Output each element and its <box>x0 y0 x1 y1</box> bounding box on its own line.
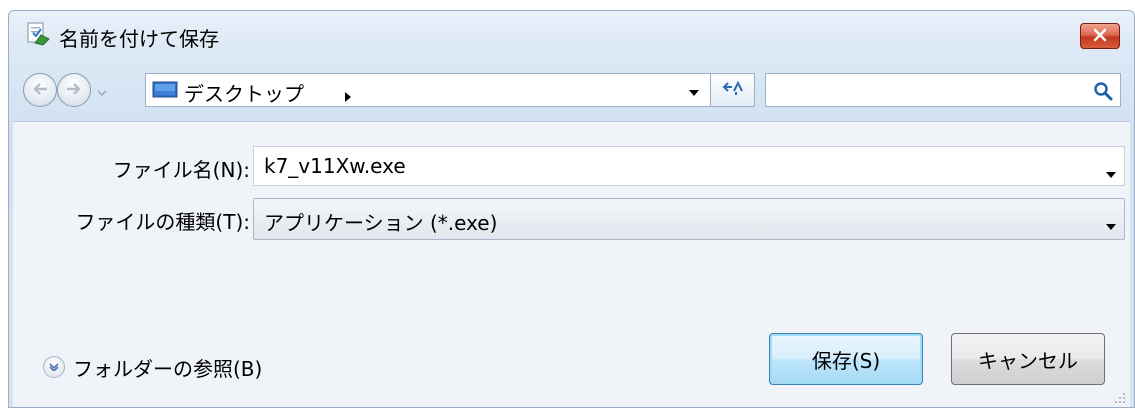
cancel-button[interactable]: キャンセル <box>951 333 1105 385</box>
forward-arrow-icon <box>65 81 83 100</box>
browse-folders-toggle[interactable]: フォルダーの参照(B) <box>43 352 262 382</box>
forward-button[interactable] <box>57 73 91 107</box>
filename-field[interactable]: k7_v11Xw.exe <box>253 146 1125 186</box>
filetype-label: ファイルの種類(T): <box>75 210 250 234</box>
resize-grip-icon[interactable] <box>1112 389 1126 403</box>
chevron-down-icon[interactable] <box>1106 163 1116 182</box>
filetype-value: アプリケーション (*.exe) <box>264 211 498 235</box>
address-path[interactable]: デスクトップ <box>184 78 304 107</box>
search-input[interactable] <box>765 73 1121 107</box>
expand-circle-icon <box>43 356 65 378</box>
address-bar[interactable]: デスクトップ <box>145 73 711 107</box>
address-dropdown-button[interactable] <box>678 74 710 106</box>
refresh-icon <box>722 79 744 101</box>
back-arrow-icon <box>31 81 49 100</box>
refresh-button[interactable] <box>711 73 755 107</box>
chevron-down-icon <box>689 81 699 100</box>
navigation-bar: デスクトップ <box>9 67 1134 111</box>
close-icon <box>1092 27 1108 46</box>
browse-folders-label: フォルダーの参照(B) <box>73 356 263 381</box>
save-options-panel: ファイル名(N): k7_v11Xw.exe ファイルの種類(T): アプリケー… <box>13 121 1130 407</box>
filename-label: ファイル名(N): <box>112 158 250 182</box>
chevron-down-icon <box>97 81 107 100</box>
window-title: 名前を付けて保存 <box>59 27 219 51</box>
back-button[interactable] <box>23 73 57 107</box>
chevron-down-icon <box>1106 215 1116 234</box>
title-bar[interactable]: 名前を付けて保存 <box>9 11 1134 59</box>
save-as-dialog: 名前を付けて保存 デスクトップ ファイル名(N): k7_v11Xw.exe フ… <box>8 10 1135 408</box>
close-button[interactable] <box>1080 23 1120 49</box>
desktop-icon <box>152 80 178 100</box>
filename-value[interactable]: k7_v11Xw.exe <box>264 154 406 178</box>
search-icon[interactable] <box>1092 80 1114 102</box>
breadcrumb-arrow-icon[interactable] <box>344 87 352 106</box>
save-as-icon <box>25 21 51 47</box>
save-button[interactable]: 保存(S) <box>769 333 923 385</box>
recent-pages-button[interactable] <box>95 81 109 99</box>
filetype-select[interactable]: アプリケーション (*.exe) <box>253 198 1125 240</box>
